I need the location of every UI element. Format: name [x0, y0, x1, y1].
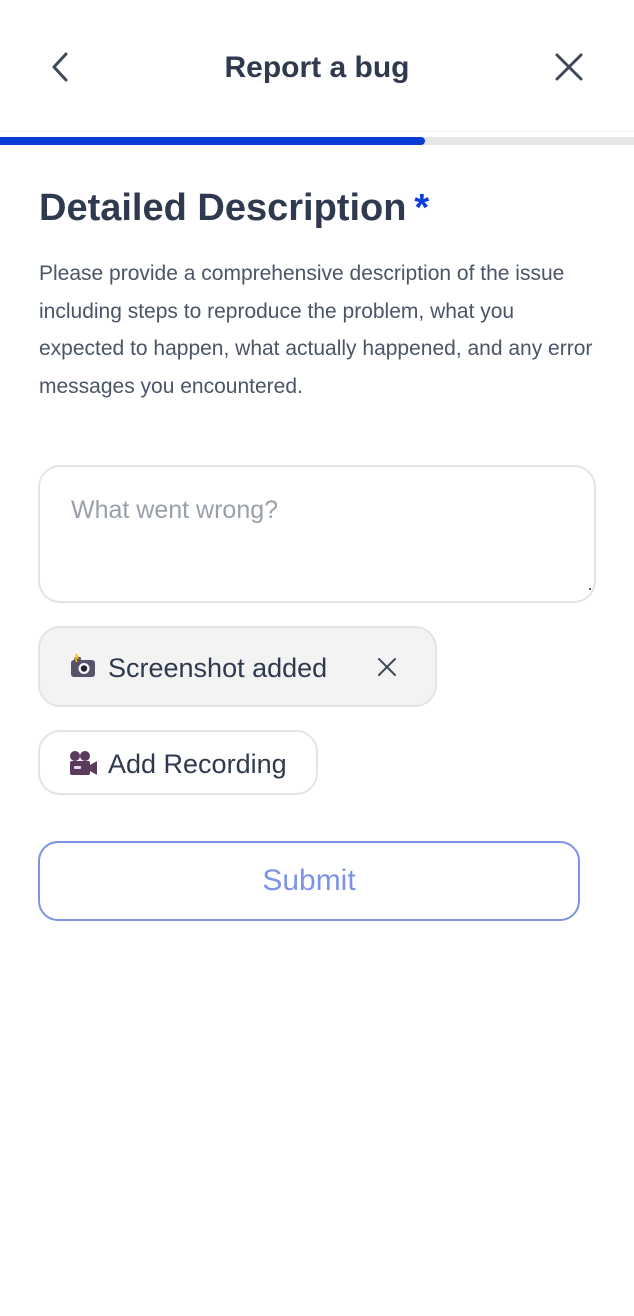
close-icon — [378, 658, 396, 676]
remove-screenshot-button[interactable] — [369, 649, 405, 685]
description-textarea-container — [38, 465, 596, 603]
top-bar: Report a bug — [0, 0, 634, 132]
description-textarea[interactable] — [40, 467, 594, 601]
progress-fill — [0, 137, 425, 145]
camera-flash-icon — [67, 651, 99, 683]
submit-button[interactable]: Submit — [38, 841, 580, 921]
movie-camera-icon — [67, 747, 99, 779]
screenshot-label: Screenshot added — [108, 653, 328, 683]
progress-bar — [0, 137, 634, 145]
resize-handle-icon[interactable] — [589, 588, 591, 590]
add-recording-button[interactable]: Add Recording — [38, 730, 318, 795]
page-title: Report a bug — [224, 51, 410, 84]
add-recording-label: Add Recording — [108, 749, 287, 779]
close-button[interactable] — [547, 45, 591, 89]
screenshot-attachment-chip: Screenshot added — [38, 626, 437, 707]
section-description: Please provide a comprehensive descripti… — [39, 262, 593, 398]
submit-label: Submit — [262, 864, 356, 897]
required-marker: * — [414, 187, 430, 229]
close-icon — [555, 53, 583, 81]
section-title: Detailed Description * — [39, 184, 599, 232]
section-title-text: Detailed Description — [39, 187, 407, 229]
bug-report-screen: Report a bug Detailed Description * Pleas… — [0, 0, 634, 1316]
